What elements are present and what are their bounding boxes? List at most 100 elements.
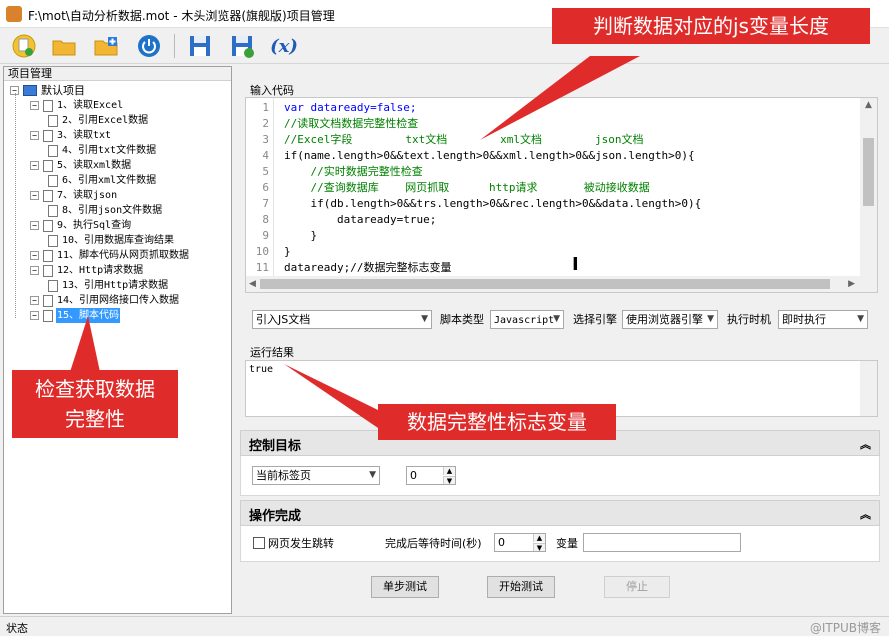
collapse-toggle-icon[interactable]: − bbox=[30, 221, 39, 230]
document-icon bbox=[43, 249, 53, 262]
tree-guide-line bbox=[15, 93, 16, 318]
tree-item[interactable]: − 15、脚本代码 bbox=[30, 308, 121, 323]
tree-header: 项目管理 bbox=[4, 67, 231, 81]
start-test-button[interactable]: 开始测试 bbox=[487, 576, 555, 598]
result-value: true bbox=[249, 364, 274, 375]
power-icon[interactable] bbox=[135, 32, 163, 60]
tree-item-label: 2、引用Excel数据 bbox=[62, 115, 149, 126]
target-index-spinner[interactable]: 0 ▲ ▼ bbox=[406, 466, 456, 485]
scroll-thumb[interactable] bbox=[863, 138, 874, 206]
collapse-toggle-icon[interactable]: − bbox=[30, 311, 39, 320]
document-icon bbox=[43, 264, 53, 277]
result-scrollbar[interactable] bbox=[860, 361, 877, 416]
tree-item[interactable]: − 5、读取xml数据 bbox=[30, 158, 132, 173]
tree-item[interactable]: − 11、脚本代码从网页抓取数据 bbox=[30, 248, 190, 263]
document-icon bbox=[43, 309, 53, 322]
tree-item[interactable]: − 12、Http请求数据 bbox=[30, 263, 144, 278]
collapse-toggle-icon[interactable]: − bbox=[30, 296, 39, 305]
save-as-icon[interactable] bbox=[228, 32, 256, 60]
line-number: 9 bbox=[262, 229, 269, 242]
engine-select[interactable]: 使用浏览器引擎 ▼ bbox=[622, 310, 718, 329]
control-target-title: 控制目标 bbox=[249, 439, 302, 454]
step-test-button[interactable]: 单步测试 bbox=[371, 576, 439, 598]
import-js-select[interactable]: 引入JS文档 ▼ bbox=[252, 310, 432, 329]
tree-item[interactable]: − 7、读取json bbox=[30, 188, 118, 203]
scroll-right-icon[interactable]: ▶ bbox=[848, 279, 855, 289]
operation-done-header[interactable]: 操作完成 ︽ bbox=[240, 500, 880, 526]
stop-button[interactable]: 停止 bbox=[604, 576, 670, 598]
variable-input[interactable] bbox=[583, 533, 741, 552]
script-type-value: Javascript bbox=[494, 315, 555, 326]
line-number: 5 bbox=[262, 165, 269, 178]
line-number: 11 bbox=[255, 261, 269, 274]
watermark: @ITPUB博客 bbox=[809, 621, 881, 635]
tree-item[interactable]: 13、引用Http请求数据 bbox=[48, 278, 169, 293]
document-icon bbox=[48, 234, 58, 247]
tree-item[interactable]: − 3、读取txt bbox=[30, 128, 112, 143]
spin-up-icon[interactable]: ▲ bbox=[443, 467, 455, 475]
editor-horizontal-scrollbar[interactable]: ◀ ▶ bbox=[246, 276, 877, 292]
tree-item[interactable]: 2、引用Excel数据 bbox=[48, 113, 149, 128]
code-editor[interactable]: 1 2 3 4 5 6 7 8 9 10 11 var dataready=false; //读取文档… bbox=[245, 97, 878, 293]
page-jump-checkbox[interactable] bbox=[253, 537, 265, 549]
timing-label: 执行时机 bbox=[727, 313, 771, 326]
script-type-select[interactable]: Javascript ▼ bbox=[490, 310, 564, 329]
engine-label: 选择引擎 bbox=[573, 313, 617, 326]
save-icon[interactable] bbox=[186, 32, 214, 60]
line-number: 1 bbox=[262, 101, 269, 114]
chevron-down-icon: ▼ bbox=[553, 314, 560, 324]
open-folder-icon[interactable] bbox=[50, 32, 78, 60]
document-icon bbox=[48, 279, 58, 292]
callout-middle: 数据完整性标志变量 bbox=[378, 404, 616, 440]
tree-item-label: 5、读取xml数据 bbox=[57, 160, 132, 171]
tree-item[interactable]: − 1、读取Excel bbox=[30, 98, 124, 113]
code-line: dataready;//数据完整标志变量 bbox=[284, 261, 452, 274]
chevron-down-icon: ▼ bbox=[857, 314, 864, 324]
spin-down-icon[interactable]: ▼ bbox=[533, 543, 545, 552]
callout-left: 检查获取数据 完整性 bbox=[12, 370, 178, 438]
timing-select[interactable]: 即时执行 ▼ bbox=[778, 310, 868, 329]
tree-item[interactable]: − 9、执行Sql查询 bbox=[30, 218, 132, 233]
scroll-thumb[interactable] bbox=[260, 279, 830, 289]
spin-down-icon[interactable]: ▼ bbox=[443, 476, 455, 485]
tree-item[interactable]: 8、引用json文件数据 bbox=[48, 203, 163, 218]
editor-vertical-scrollbar[interactable]: ▲ bbox=[860, 98, 877, 278]
tree-item-label: 7、读取json bbox=[57, 190, 118, 201]
collapse-toggle-icon[interactable]: − bbox=[30, 161, 39, 170]
app-icon bbox=[6, 6, 22, 22]
target-tab-select[interactable]: 当前标签页 ▼ bbox=[252, 466, 380, 485]
collapse-chevron-icon[interactable]: ︽ bbox=[860, 506, 871, 522]
document-icon bbox=[48, 144, 58, 157]
wait-time-value: 0 bbox=[498, 536, 505, 549]
tree-root[interactable]: − 默认项目 bbox=[10, 83, 86, 98]
text-cursor-icon: I bbox=[572, 254, 579, 275]
tree-item[interactable]: 6、引用xml文件数据 bbox=[48, 173, 157, 188]
line-number: 3 bbox=[262, 133, 269, 146]
tree-item[interactable]: 10、引用数据库查询结果 bbox=[48, 233, 175, 248]
tree-item-label: 4、引用txt文件数据 bbox=[62, 145, 157, 156]
scroll-left-icon[interactable]: ◀ bbox=[249, 279, 256, 289]
script-type-label: 脚本类型 bbox=[440, 313, 484, 326]
tree-item-label: 9、执行Sql查询 bbox=[57, 220, 132, 231]
document-icon bbox=[48, 204, 58, 217]
add-folder-icon[interactable] bbox=[92, 32, 120, 60]
document-icon bbox=[43, 129, 53, 142]
collapse-toggle-icon[interactable]: − bbox=[30, 251, 39, 260]
spin-up-icon[interactable]: ▲ bbox=[533, 534, 545, 542]
chevron-down-icon: ▼ bbox=[369, 470, 376, 480]
collapse-toggle-icon[interactable]: − bbox=[30, 131, 39, 140]
line-number: 6 bbox=[262, 181, 269, 194]
collapse-toggle-icon[interactable]: − bbox=[30, 191, 39, 200]
tree-item-label: 13、引用Http请求数据 bbox=[62, 280, 169, 291]
document-icon bbox=[48, 174, 58, 187]
collapse-toggle-icon[interactable]: − bbox=[30, 101, 39, 110]
wait-time-spinner[interactable]: 0 ▲ ▼ bbox=[494, 533, 546, 552]
scroll-up-icon[interactable]: ▲ bbox=[865, 100, 872, 110]
tree-item[interactable]: 4、引用txt文件数据 bbox=[48, 143, 157, 158]
tree-item[interactable]: − 14、引用网络接口传入数据 bbox=[30, 293, 180, 308]
variable-icon[interactable]: (x) bbox=[270, 32, 298, 60]
new-document-icon[interactable] bbox=[10, 32, 38, 60]
collapse-toggle-icon[interactable]: − bbox=[30, 266, 39, 275]
collapse-chevron-icon[interactable]: ︽ bbox=[860, 436, 871, 452]
import-js-value: 引入JS文档 bbox=[256, 313, 311, 326]
